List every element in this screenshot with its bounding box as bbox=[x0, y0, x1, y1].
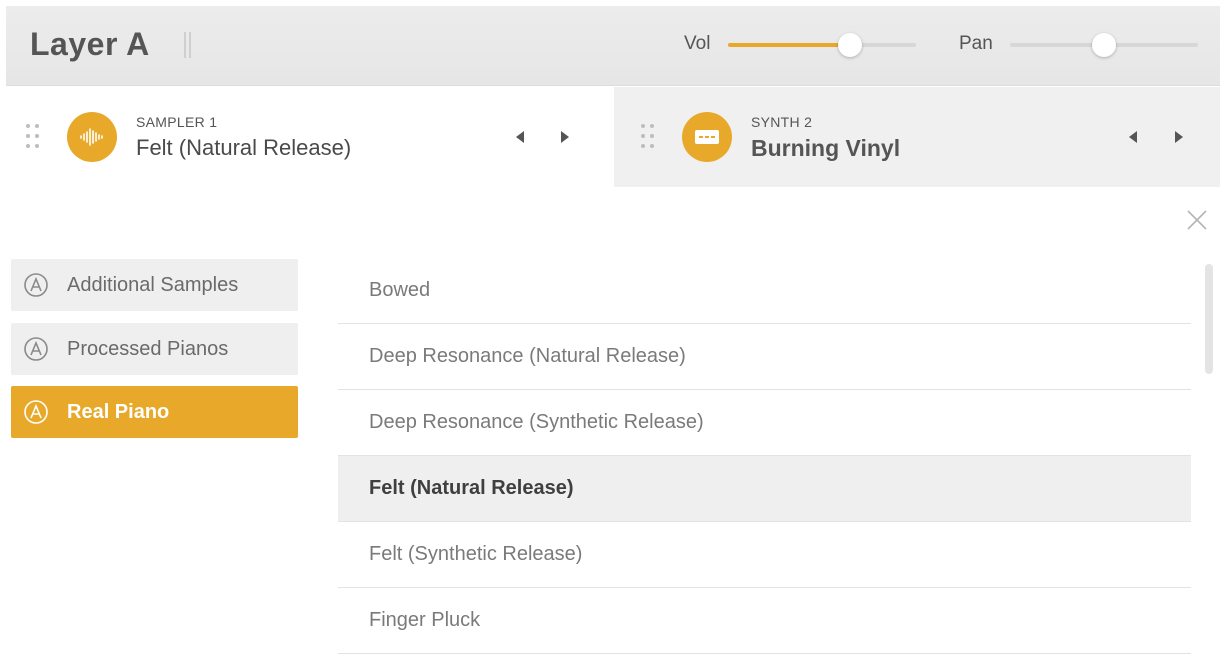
category-processed-pianos[interactable]: Processed Pianos bbox=[11, 323, 298, 375]
slot-preset-name: Felt (Natural Release) bbox=[136, 135, 352, 160]
slot-kind-label: SYNTH 2 bbox=[751, 114, 813, 130]
arturia-logo-icon bbox=[24, 400, 48, 424]
arturia-logo-icon bbox=[24, 337, 48, 361]
preset-row-deep-resonance-synthetic[interactable]: Deep Resonance (Synthetic Release) bbox=[338, 390, 1191, 456]
close-button[interactable] bbox=[1184, 207, 1210, 233]
drag-handle-icon[interactable] bbox=[183, 32, 193, 58]
preset-list-scrollbar[interactable] bbox=[1205, 264, 1213, 374]
next-preset-button[interactable] bbox=[1172, 127, 1186, 147]
preset-row-bowed[interactable]: Bowed bbox=[338, 258, 1191, 324]
vol-slider-thumb[interactable] bbox=[838, 33, 863, 57]
category-label: Processed Pianos bbox=[67, 337, 229, 360]
vol-slider-fill bbox=[728, 43, 851, 47]
category-label: Real Piano bbox=[67, 400, 170, 423]
vol-label: Vol bbox=[684, 33, 711, 54]
synth-icon bbox=[682, 112, 732, 162]
prev-preset-button[interactable] bbox=[513, 127, 527, 147]
category-additional-samples[interactable]: Additional Samples bbox=[11, 259, 298, 311]
layer-header: Layer A Vol Pan bbox=[6, 6, 1220, 86]
waveform-icon bbox=[67, 112, 117, 162]
prev-preset-button[interactable] bbox=[1126, 127, 1140, 147]
layer-title: Layer A bbox=[30, 26, 150, 62]
category-real-piano[interactable]: Real Piano bbox=[11, 386, 298, 438]
slot-sampler-1[interactable]: SAMPLER 1 Felt (Natural Release) bbox=[6, 87, 614, 187]
vol-slider[interactable] bbox=[728, 33, 916, 57]
grip-icon[interactable] bbox=[26, 124, 40, 150]
slot-kind-label: SAMPLER 1 bbox=[136, 114, 218, 130]
slot-preset-name: Burning Vinyl bbox=[751, 135, 901, 161]
caret-left-icon bbox=[516, 131, 524, 143]
preset-list: Bowed Deep Resonance (Natural Release) D… bbox=[338, 258, 1191, 670]
preset-row-deep-resonance-natural[interactable]: Deep Resonance (Natural Release) bbox=[338, 324, 1191, 390]
preset-row-felt-synthetic[interactable]: Felt (Synthetic Release) bbox=[338, 522, 1191, 588]
pan-slider[interactable] bbox=[1010, 33, 1198, 57]
arturia-logo-icon bbox=[24, 273, 48, 297]
slot-synth-2[interactable]: SYNTH 2 Burning Vinyl bbox=[614, 87, 1220, 187]
caret-right-icon bbox=[1175, 131, 1183, 143]
preset-row-finger-pluck[interactable]: Finger Pluck bbox=[338, 588, 1191, 654]
caret-left-icon bbox=[1129, 131, 1137, 143]
preset-row-felt-natural[interactable]: Felt (Natural Release) bbox=[338, 456, 1191, 522]
pan-slider-thumb[interactable] bbox=[1092, 33, 1116, 57]
pan-label: Pan bbox=[959, 33, 993, 54]
close-icon bbox=[1187, 210, 1207, 230]
next-preset-button[interactable] bbox=[558, 127, 572, 147]
grip-icon[interactable] bbox=[641, 124, 655, 150]
caret-right-icon bbox=[561, 131, 569, 143]
category-label: Additional Samples bbox=[67, 273, 239, 296]
